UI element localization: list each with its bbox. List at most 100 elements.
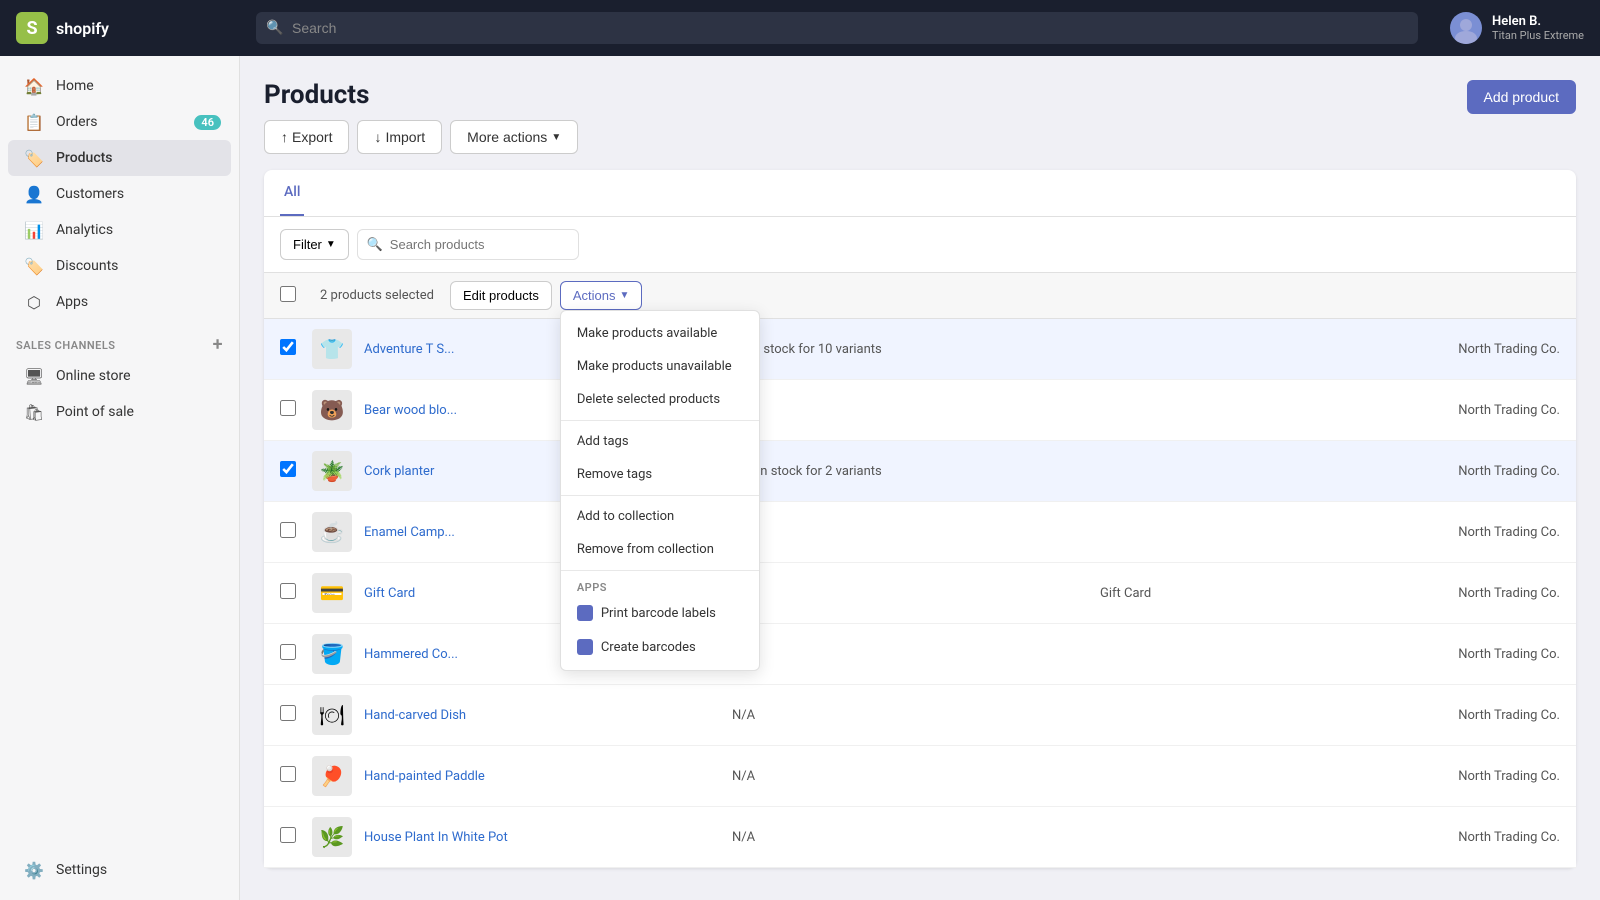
edit-products-button[interactable]: Edit products xyxy=(450,281,552,310)
sidebar-channel-label: Point of sale xyxy=(56,404,134,420)
product-checkbox[interactable] xyxy=(280,461,296,477)
row-checkbox xyxy=(280,522,312,542)
dropdown-divider-2 xyxy=(561,495,759,496)
product-name[interactable]: Hand-carved Dish xyxy=(364,708,732,723)
search-wrap: 🔍 xyxy=(357,229,1560,260)
row-checkbox xyxy=(280,461,312,481)
user-menu[interactable]: Helen B. Titan Plus Extreme xyxy=(1434,12,1600,44)
product-vendor: North Trading Co. xyxy=(1284,708,1560,723)
sidebar-nav: 🏠 Home 📋 Orders 46🏷️ Products 👤 Customer… xyxy=(0,68,239,320)
sidebar-item-point-of-sale[interactable]: 🛍 Point of sale xyxy=(8,394,231,430)
selection-bar: 2 products selected Edit products Action… xyxy=(264,273,1576,319)
product-name[interactable]: House Plant In White Pot xyxy=(364,830,732,845)
logo-text: shopify xyxy=(56,19,109,38)
tab-all[interactable]: All xyxy=(280,170,304,216)
sidebar-item-discounts[interactable]: 🏷️ Discounts xyxy=(8,248,231,284)
badge-orders: 46 xyxy=(194,115,221,130)
sidebar-item-label: Apps xyxy=(56,294,88,310)
selected-count: 2 products selected xyxy=(320,288,434,303)
sidebar-item-label: Discounts xyxy=(56,258,118,274)
products-icon: 🏷️ xyxy=(24,148,44,168)
actions-dropdown-menu: Make products available Make products un… xyxy=(560,310,760,671)
home-icon: 🏠 xyxy=(24,76,44,96)
dropdown-item-create-barcodes[interactable]: Create barcodes xyxy=(561,630,759,664)
search-icon: 🔍 xyxy=(266,20,283,36)
row-checkbox xyxy=(280,644,312,664)
product-checkbox[interactable] xyxy=(280,644,296,660)
create-barcodes-icon xyxy=(577,639,593,655)
sidebar-item-customers[interactable]: 👤 Customers xyxy=(8,176,231,212)
search-products-input[interactable] xyxy=(357,229,579,260)
dropdown-item-delete[interactable]: Delete selected products xyxy=(561,383,759,416)
product-table: 👕 Adventure T S... 30 in stock for 10 va… xyxy=(264,319,1576,868)
product-stock: N/A xyxy=(732,403,1100,418)
product-checkbox[interactable] xyxy=(280,705,296,721)
product-checkbox[interactable] xyxy=(280,583,296,599)
product-thumbnail: 🍽 xyxy=(312,695,352,735)
product-vendor: North Trading Co. xyxy=(1284,647,1560,662)
product-thumbnail: 🪴 xyxy=(312,451,352,491)
export-button[interactable]: ↑ Export xyxy=(264,120,349,154)
page-header-left: Products ↑ Export ↓ Import More actions … xyxy=(264,80,578,154)
table-row: 🌿 House Plant In White Pot N/A North Tra… xyxy=(264,807,1576,868)
actions-chevron-icon: ▼ xyxy=(619,290,629,301)
sidebar-item-label: Products xyxy=(56,150,113,166)
import-icon: ↓ xyxy=(374,129,381,145)
sidebar-item-label: Analytics xyxy=(56,222,113,238)
table-row: 🍽 Hand-carved Dish N/A North Trading Co. xyxy=(264,685,1576,746)
dropdown-item-make-available[interactable]: Make products available xyxy=(561,317,759,350)
dropdown-item-remove-tags[interactable]: Remove tags xyxy=(561,458,759,491)
products-card: All Filter ▼ 🔍 2 products select xyxy=(264,170,1576,868)
add-product-button[interactable]: Add product xyxy=(1467,80,1577,114)
product-stock: N/A xyxy=(732,586,1100,601)
shopify-logo-icon: S xyxy=(16,12,48,44)
product-thumbnail: 🐻 xyxy=(312,390,352,430)
row-checkbox xyxy=(280,766,312,786)
product-checkbox[interactable] xyxy=(280,827,296,843)
dropdown-item-make-unavailable[interactable]: Make products unavailable xyxy=(561,350,759,383)
select-all-checkbox[interactable] xyxy=(280,286,296,302)
sidebar-item-analytics[interactable]: 📊 Analytics xyxy=(8,212,231,248)
main-content: Products ↑ Export ↓ Import More actions … xyxy=(240,56,1600,900)
import-button[interactable]: ↓ Import xyxy=(357,120,442,154)
product-name[interactable]: Hand-painted Paddle xyxy=(364,769,732,784)
sidebar-channel-label: Online store xyxy=(56,368,131,384)
product-checkbox[interactable] xyxy=(280,339,296,355)
sidebar: 🏠 Home 📋 Orders 46🏷️ Products 👤 Customer… xyxy=(0,56,240,900)
search-products-icon: 🔍 xyxy=(367,237,383,252)
product-stock: N/A xyxy=(732,708,1100,723)
page-title: Products xyxy=(264,80,578,110)
app-layout: 🏠 Home 📋 Orders 46🏷️ Products 👤 Customer… xyxy=(0,0,1600,900)
product-checkbox[interactable] xyxy=(280,400,296,416)
sidebar-item-home[interactable]: 🏠 Home xyxy=(8,68,231,104)
product-thumbnail: 👕 xyxy=(312,329,352,369)
row-checkbox xyxy=(280,583,312,603)
global-search: 🔍 xyxy=(256,12,1418,44)
chevron-down-icon: ▼ xyxy=(551,132,561,143)
product-stock: N/A xyxy=(732,647,1100,662)
apps-section-label: APPS xyxy=(561,575,759,596)
filter-button[interactable]: Filter ▼ xyxy=(280,229,349,260)
dropdown-item-print-barcodes[interactable]: Print barcode labels xyxy=(561,596,759,630)
sidebar-item-products[interactable]: 🏷️ Products xyxy=(8,140,231,176)
actions-button[interactable]: Actions ▼ xyxy=(560,281,643,310)
dropdown-item-remove-collection[interactable]: Remove from collection xyxy=(561,533,759,566)
toolbar: Filter ▼ 🔍 xyxy=(264,217,1576,273)
sidebar-item-settings[interactable]: ⚙️ Settings xyxy=(8,852,231,888)
settings-icon: ⚙️ xyxy=(24,860,44,880)
search-input[interactable] xyxy=(256,12,1418,44)
add-sales-channel-button[interactable]: + xyxy=(213,336,223,354)
product-stock: N/A xyxy=(732,769,1100,784)
sidebar-item-apps[interactable]: ⬡ Apps xyxy=(8,284,231,320)
sidebar-item-online-store[interactable]: 🖥 Online store xyxy=(8,358,231,394)
product-thumbnail: 🏓 xyxy=(312,756,352,796)
product-checkbox[interactable] xyxy=(280,766,296,782)
page-header: Products ↑ Export ↓ Import More actions … xyxy=(264,80,1576,154)
more-actions-button[interactable]: More actions ▼ xyxy=(450,120,578,154)
dropdown-item-add-tags[interactable]: Add tags xyxy=(561,425,759,458)
sidebar-item-orders[interactable]: 📋 Orders 46 xyxy=(8,104,231,140)
dropdown-item-add-collection[interactable]: Add to collection xyxy=(561,500,759,533)
sales-channels-label: Sales Channels xyxy=(16,339,116,352)
product-thumbnail: ☕ xyxy=(312,512,352,552)
product-checkbox[interactable] xyxy=(280,522,296,538)
